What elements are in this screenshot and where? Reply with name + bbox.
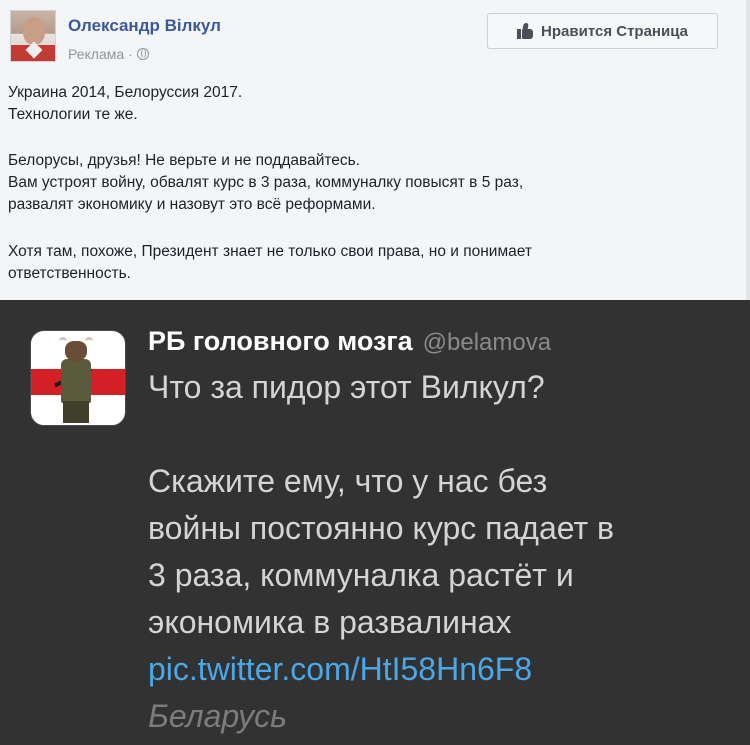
post-line: развалят экономику и назовут это всё реф… [8,196,376,213]
tweet-line: Скажите ему, что у нас без [148,463,548,499]
tweet-line: войны постоянно курс падает в [148,510,615,546]
post-paragraph-1: Украина 2014, Белоруссия 2017. Технологи… [8,82,723,126]
tweet-header: РБ головного мозга @belamova [148,326,551,357]
tweet: РБ головного мозга @belamova Что за пидо… [0,300,750,745]
post-line: Технологии те же. [8,106,138,123]
post-line: Белорусы, друзья! Не верьте и не поддава… [8,152,361,169]
tweet-line: экономика в развалинах [148,604,512,640]
tweet-handle[interactable]: @belamova [423,329,551,357]
post-line: Вам устроят войну, обвалят курс в 3 раза… [8,174,524,191]
post-paragraph-3: Хотя там, похоже, Президент знает не тол… [8,241,723,285]
tweet-body: Что за пидор этот Вилкул? Скажите ему, ч… [148,364,733,740]
post-line: Хотя там, похоже, Президент знает не тол… [8,243,532,260]
thumbs-up-icon [517,23,534,39]
facebook-post: Олександр Вілкул Реклама · Нравится Стра… [0,0,750,300]
like-page-button[interactable]: Нравится Страница [487,13,718,49]
post-meta: Реклама · [68,46,149,62]
post-paragraph-2: Белорусы, друзья! Не верьте и не поддава… [8,150,723,216]
tweet-media-link[interactable]: pic.twitter.com/HtI58Hn6F8 [148,646,733,693]
tweet-display-name[interactable]: РБ головного мозга [148,326,413,357]
author-name[interactable]: Олександр Вілкул [68,16,221,36]
tweet-line: 3 раза, коммуналка растёт и [148,557,574,593]
like-page-label: Нравится Страница [541,22,688,40]
meta-separator: · [128,46,133,62]
globe-icon [136,48,149,60]
post-line: ответственность. [8,265,131,282]
tweet-avatar[interactable] [30,330,126,426]
author-avatar[interactable] [10,10,56,62]
tweet-location[interactable]: Беларусь [148,693,733,740]
post-line: Украина 2014, Белоруссия 2017. [8,84,243,101]
tweet-line: Что за пидор этот Вилкул? [148,369,545,405]
sponsored-label[interactable]: Реклама [68,46,124,62]
